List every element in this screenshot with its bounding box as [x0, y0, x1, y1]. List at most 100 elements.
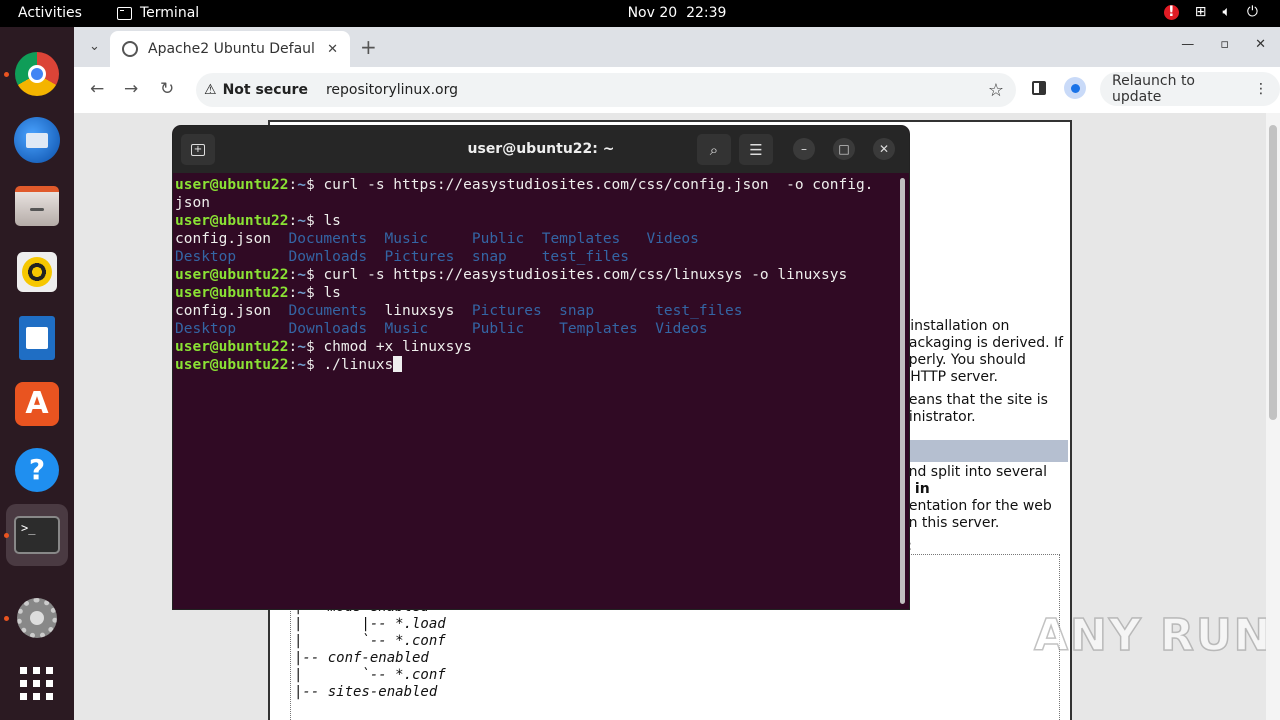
side-panel-icon[interactable]: [1032, 81, 1046, 95]
prompt-user: user@ubuntu22: [175, 339, 289, 355]
text-line: d in: [900, 481, 930, 497]
prompt-sep: :: [288, 339, 298, 355]
dock-files[interactable]: [13, 182, 61, 230]
tab-apache2[interactable]: Apache2 Ubuntu Defaul ✕: [110, 31, 350, 67]
text-line: and split into several: [900, 464, 1047, 480]
text-cursor: [393, 356, 403, 372]
hamburger-menu-icon[interactable]: ☰: [739, 134, 773, 165]
settings-icon: [17, 598, 57, 638]
power-icon: ⏻: [1246, 4, 1258, 20]
ls-row: Desktop Downloads Music Public Templates…: [175, 320, 873, 338]
security-indicator[interactable]: ⚠ Not secure: [204, 82, 308, 98]
bookmark-star-icon[interactable]: ☆: [988, 80, 1004, 101]
prompt-sep: :: [288, 213, 298, 229]
not-secure-label: Not secure: [222, 82, 308, 98]
ls-dir: Music: [384, 231, 429, 247]
ls-dir: Music: [384, 321, 429, 337]
ls-dir: Public: [471, 231, 525, 247]
ls-dir: test_files: [655, 303, 743, 319]
dock-writer[interactable]: [13, 314, 61, 362]
terminal-minimize-icon[interactable]: –: [793, 138, 815, 160]
terminal-scrollbar[interactable]: [900, 178, 905, 604]
page-scrollbar[interactable]: [1266, 113, 1280, 720]
reload-icon[interactable]: ↻: [160, 79, 174, 99]
profile-avatar[interactable]: [1064, 77, 1086, 99]
prompt-sep: :: [288, 267, 298, 283]
prompt-path: ~: [297, 357, 306, 373]
prompt-sep: :: [288, 177, 298, 193]
ls-file: linuxsys: [384, 303, 455, 319]
tab-list-chevron-icon[interactable]: ⌄: [89, 39, 100, 54]
window-controls: — ▫ ✕: [1181, 37, 1266, 52]
thunderbird-icon: [14, 117, 60, 163]
prompt-path: ~: [297, 267, 306, 283]
alert-icon[interactable]: !: [1163, 4, 1179, 20]
relaunch-button[interactable]: Relaunch to update ⋮: [1100, 72, 1280, 106]
prompt-user: user@ubuntu22: [175, 213, 289, 229]
close-icon[interactable]: ✕: [1255, 37, 1266, 52]
ls-dir: Documents: [288, 303, 368, 319]
ls-dir: Videos: [646, 231, 699, 247]
clock[interactable]: Nov 20 22:39: [0, 5, 1280, 21]
dock-software[interactable]: A: [13, 380, 61, 428]
forward-icon[interactable]: →: [124, 79, 138, 99]
paragraph-install: r installation on packaging is derived. …: [900, 318, 1063, 386]
scrollbar-thumb[interactable]: [1269, 125, 1277, 420]
dock-rhythmbox[interactable]: [13, 248, 61, 296]
new-tab-button[interactable]: +: [360, 35, 377, 59]
dock-settings[interactable]: [13, 594, 61, 642]
tab-title: Apache2 Ubuntu Defaul: [148, 41, 315, 57]
back-icon[interactable]: ←: [90, 79, 104, 99]
command-input[interactable]: ./linuxs: [323, 357, 393, 373]
running-indicator: [4, 616, 9, 621]
ls-dir: snap: [559, 303, 595, 319]
terminal-line: user@ubuntu22:~$ ls: [175, 284, 873, 302]
tab-strip: ⌄ Apache2 Ubuntu Defaul ✕ + — ▫ ✕: [74, 27, 1280, 67]
ls-dir: Desktop: [175, 321, 237, 337]
dock-chrome[interactable]: [13, 50, 61, 98]
running-indicator: [4, 533, 9, 538]
system-tray[interactable]: ! ⊞ 🔈︎ ⏻: [1163, 4, 1258, 20]
paragraph-config: and split into several d in nentation fo…: [900, 464, 1052, 532]
terminal-output[interactable]: user@ubuntu22:~$ curl -s https://easystu…: [175, 176, 873, 374]
command-text: ls: [323, 213, 341, 229]
ls-dir: snap: [471, 249, 507, 265]
ls-dir: Downloads: [288, 321, 368, 337]
terminal-line: user@ubuntu22:~$ ./linuxs: [175, 356, 873, 374]
dock-terminal[interactable]: >_: [13, 511, 61, 559]
command-text: chmod +x linuxsys: [323, 339, 472, 355]
prompt-dollar: $: [305, 339, 324, 355]
terminal-window: + user@ubuntu22: ~ ⌕ ☰ – □ ✕ user@ubuntu…: [173, 126, 909, 609]
running-indicator: [4, 72, 9, 77]
terminal-line: user@ubuntu22:~$ ls: [175, 212, 873, 230]
address-bar[interactable]: ⚠ Not secure repositorylinux.org ☆: [196, 73, 1016, 107]
terminal-header: + user@ubuntu22: ~ ⌕ ☰ – □ ✕: [173, 126, 909, 173]
command-text: ls: [323, 285, 341, 301]
dock-thunderbird[interactable]: [13, 116, 61, 164]
prompt-dollar: $: [305, 267, 324, 283]
url-text[interactable]: repositorylinux.org: [326, 82, 458, 98]
browser-toolbar: ← → ↻ ⚠ Not secure repositorylinux.org ☆…: [74, 67, 1280, 113]
software-icon: A: [15, 382, 59, 426]
minimize-icon[interactable]: —: [1181, 37, 1194, 52]
menu-kebab-icon[interactable]: ⋮: [1254, 81, 1268, 97]
prompt-path: ~: [297, 177, 306, 193]
chrome-icon: [15, 52, 59, 96]
text-line: packaging is derived. If: [900, 335, 1064, 351]
ls-file: config.json: [175, 303, 272, 319]
terminal-line: user@ubuntu22:~$ chmod +x linuxsys: [175, 338, 873, 356]
text-line: r HTTP server.: [900, 369, 998, 385]
search-icon[interactable]: ⌕: [697, 134, 731, 165]
relaunch-label: Relaunch to update: [1112, 73, 1196, 105]
dock-show-apps[interactable]: [13, 660, 61, 708]
prompt-sep: :: [288, 357, 298, 373]
tab-close-icon[interactable]: ✕: [327, 42, 338, 57]
ls-dir: Videos: [655, 321, 708, 337]
terminal-close-icon[interactable]: ✕: [873, 138, 895, 160]
terminal-maximize-icon[interactable]: □: [833, 138, 855, 160]
ls-dir: Downloads: [288, 249, 368, 265]
prompt-dollar: $: [305, 177, 324, 193]
dock-help[interactable]: ?: [13, 446, 61, 494]
maximize-icon[interactable]: ▫: [1220, 37, 1229, 52]
text-line: r installation on: [900, 318, 1010, 334]
